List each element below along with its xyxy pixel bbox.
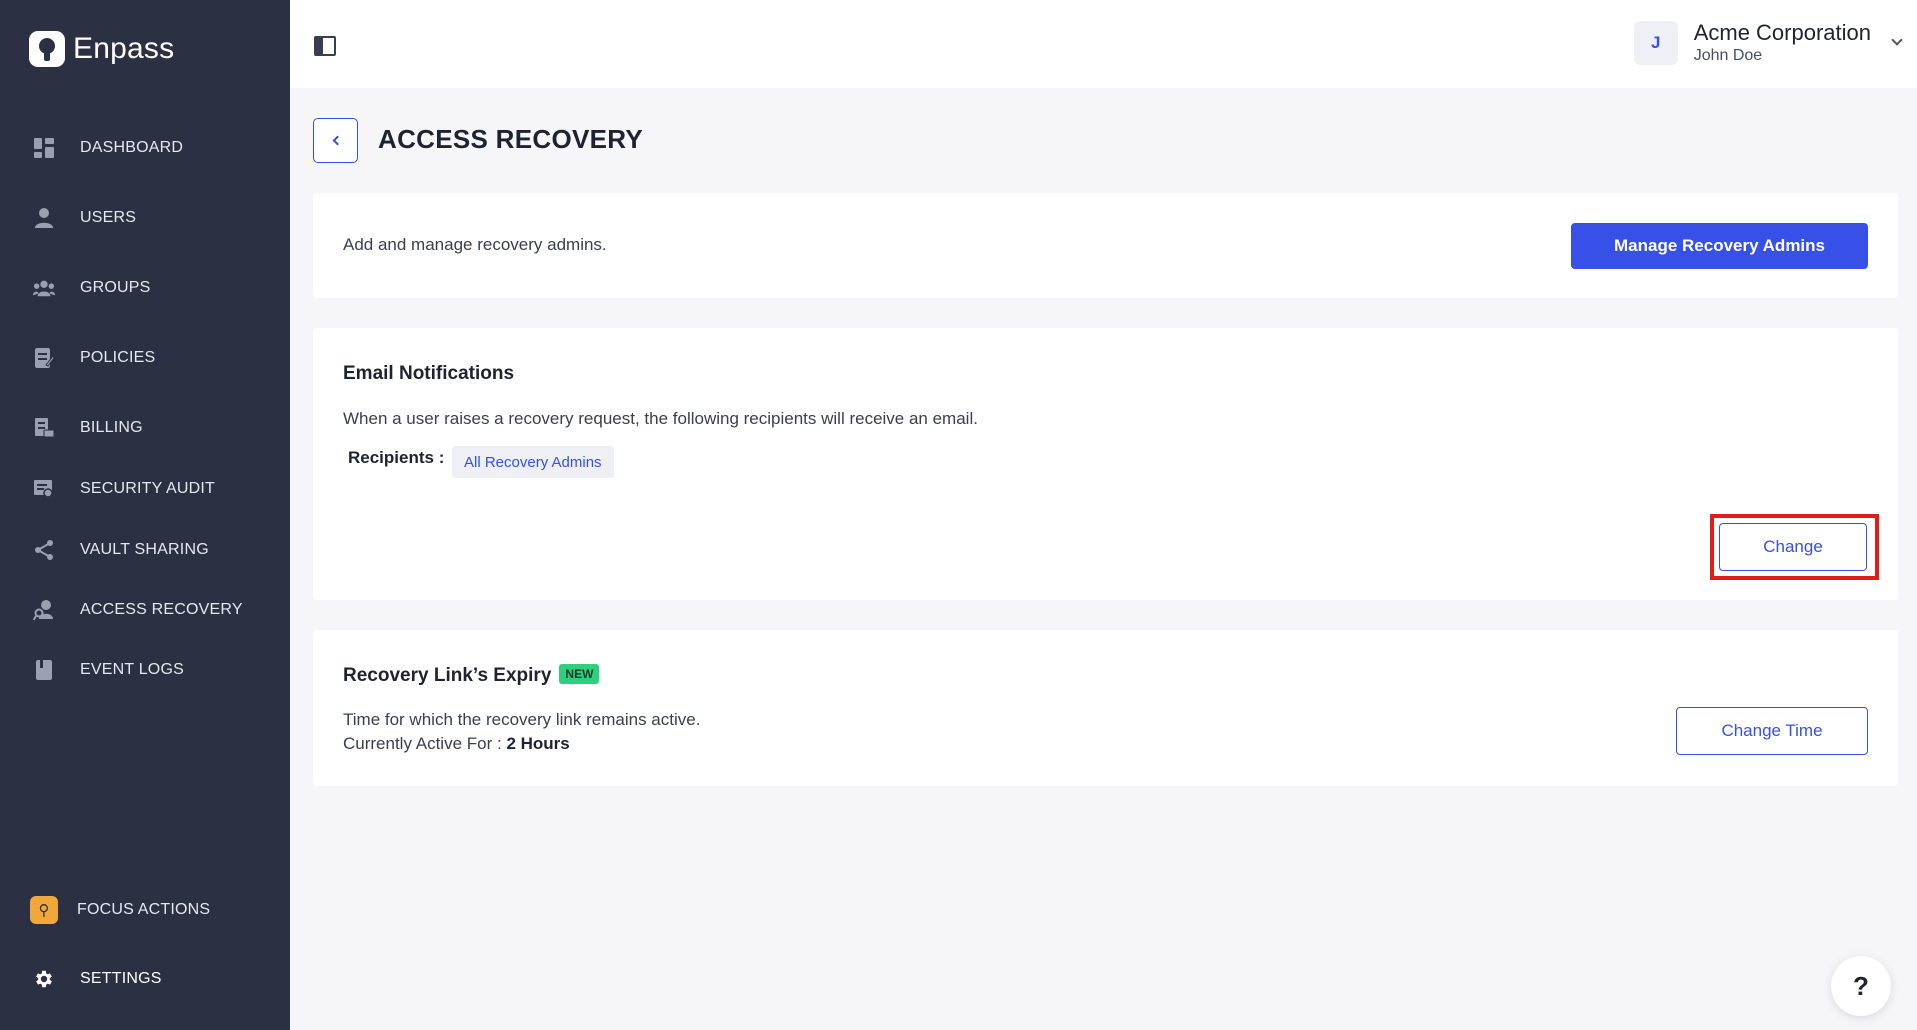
email-notifications-card: Email Notifications When a user raises a…	[313, 328, 1898, 600]
sidebar-item-label: ACCESS RECOVERY	[80, 601, 243, 618]
sidebar-item-label: DASHBOARD	[80, 139, 184, 156]
email-notifications-title: Email Notifications	[343, 363, 515, 384]
recovery-link-expiry-title: Recovery Link’s Expiry NEW	[343, 664, 600, 687]
chevron-left-icon	[332, 135, 342, 146]
dashboard-icon	[33, 137, 55, 159]
sidebar-item-label: USERS	[80, 209, 137, 226]
sidebar-item-label: EVENT LOGS	[80, 661, 184, 678]
sidebar-item-label: POLICIES	[80, 349, 156, 366]
event-logs-icon	[33, 659, 55, 681]
gear-icon	[33, 968, 55, 990]
recovery-link-expiry-card: Recovery Link’s Expiry NEW Time for which…	[313, 630, 1898, 786]
brand-name: Enpass	[73, 32, 175, 65]
sidebar-item-settings[interactable]: SETTINGS	[0, 955, 290, 1003]
email-notifications-description: When a user raises a recovery request, t…	[343, 409, 978, 428]
sidebar-item-access-recovery[interactable]: ACCESS RECOVERY	[0, 586, 290, 634]
recovery-admins-card: Add and manage recovery admins. Manage R…	[313, 193, 1898, 298]
chevron-down-icon	[1891, 34, 1903, 46]
access-recovery-icon	[33, 599, 55, 621]
sidebar-item-event-logs[interactable]: EVENT LOGS	[0, 646, 290, 694]
currently-active-label: Currently Active For :	[343, 734, 502, 753]
sidebar-item-policies[interactable]: POLICIES	[0, 334, 290, 382]
billing-icon	[33, 417, 55, 439]
groups-icon	[33, 277, 55, 299]
sidebar-item-security-audit[interactable]: SECURITY AUDIT	[0, 465, 290, 513]
recovery-admins-description: Add and manage recovery admins.	[343, 235, 607, 254]
focus-actions-icon: ⚲	[30, 896, 58, 924]
sidebar-item-label: VAULT SHARING	[80, 541, 209, 558]
sidebar-item-label: SETTINGS	[80, 970, 162, 987]
new-badge: NEW	[559, 664, 600, 684]
sidebar-item-label: SECURITY AUDIT	[80, 480, 215, 497]
sidebar-item-label: FOCUS ACTIONS	[77, 901, 211, 918]
sidebar-item-vault-sharing[interactable]: VAULT SHARING	[0, 526, 290, 574]
sidebar-item-groups[interactable]: GROUPS	[0, 264, 290, 312]
security-audit-icon	[33, 478, 55, 500]
manage-recovery-admins-button[interactable]: Manage Recovery Admins	[1571, 223, 1868, 269]
account-menu[interactable]: J Acme Corporation John Doe	[1633, 20, 1903, 66]
org-name: Acme Corporation	[1693, 20, 1871, 45]
account-info: Acme Corporation John Doe	[1694, 20, 1871, 66]
recipient-chip[interactable]: All Recovery Admins	[452, 446, 614, 478]
enpass-logo-icon	[29, 31, 65, 67]
sidebar-item-label: BILLING	[80, 419, 143, 436]
sidebar-item-billing[interactable]: BILLING	[0, 404, 290, 452]
sidebar-item-label: GROUPS	[80, 279, 151, 296]
sidebar: Enpass DASHBOARD USERS GROUPS POLICIES B…	[0, 0, 290, 1030]
change-time-button[interactable]: Change Time	[1676, 707, 1868, 755]
recovery-link-expiry-title-text: Recovery Link’s Expiry	[343, 665, 552, 686]
back-button[interactable]	[313, 118, 358, 163]
share-icon	[33, 539, 55, 561]
sidebar-item-focus-actions[interactable]: ⚲ FOCUS ACTIONS	[0, 886, 290, 934]
avatar: J	[1633, 21, 1678, 65]
sidebar-item-users[interactable]: USERS	[0, 194, 290, 242]
sidebar-item-dashboard[interactable]: DASHBOARD	[0, 124, 290, 172]
page-title: ACCESS RECOVERY	[378, 124, 644, 154]
help-button[interactable]: ?	[1831, 956, 1891, 1016]
change-recipients-button[interactable]: Change	[1719, 523, 1867, 571]
top-bar: J Acme Corporation John Doe	[290, 0, 1917, 88]
currently-active-value: 2 Hours	[506, 734, 570, 753]
logo[interactable]: Enpass	[29, 31, 174, 67]
recipients-label: Recipients :	[348, 448, 445, 467]
currently-active-line: Currently Active For : 2 Hours	[343, 734, 570, 754]
focus-actions-badge: ⚲	[30, 896, 58, 924]
user-name: John Doe	[1693, 47, 1763, 64]
sidebar-toggle-icon[interactable]	[314, 36, 336, 56]
user-icon	[33, 207, 55, 229]
recovery-link-expiry-description: Time for which the recovery link remains…	[343, 710, 701, 729]
policies-icon	[33, 347, 55, 369]
